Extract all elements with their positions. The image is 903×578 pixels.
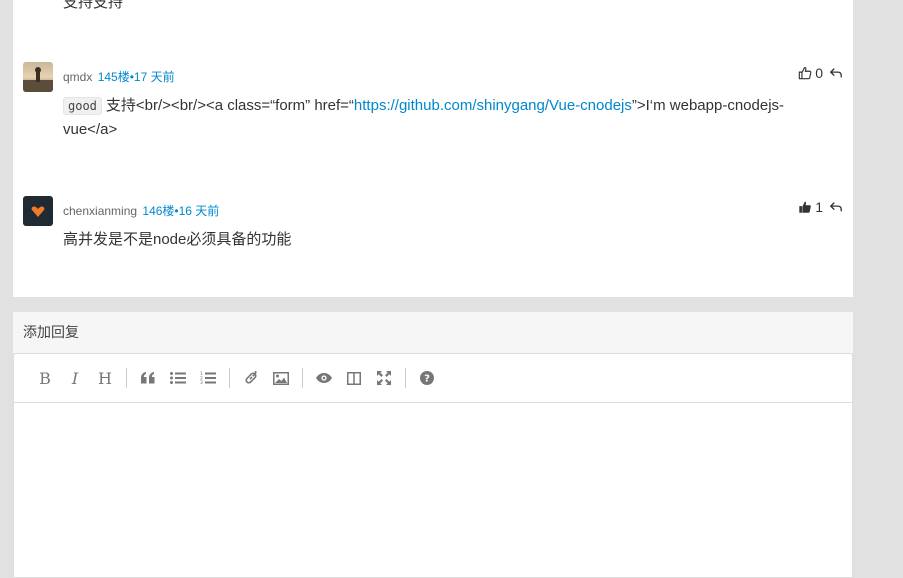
side-by-side-icon[interactable] [339, 363, 369, 393]
reply-actions: 1 [798, 199, 843, 215]
link-icon[interactable] [236, 363, 266, 393]
heading-icon[interactable]: H [90, 363, 120, 393]
fullscreen-icon[interactable] [369, 363, 399, 393]
reply-content: good 支持<br/><br/><a class=“form” href=“ht… [63, 94, 823, 142]
reply-author[interactable]: qmdx [63, 70, 92, 84]
reply-link[interactable]: https://github.com/shinygang/Vue-cnodejs [354, 97, 632, 114]
reply-arrow-icon [829, 68, 842, 78]
ordered-list-icon[interactable]: 123 [193, 363, 223, 393]
like-count: 1 [815, 199, 823, 215]
reply-floor-time[interactable]: 145楼•17 天前 [98, 70, 175, 84]
replies-panel: 支持支持 qmdx 145楼•17 天前 0 good 支持<br/><br/>… [13, 0, 853, 297]
italic-icon[interactable]: I [60, 363, 90, 393]
reply-editor-textarea[interactable] [14, 403, 852, 577]
toolbar-separator [405, 368, 406, 388]
quote-icon[interactable] [133, 363, 163, 393]
previous-reply-content: 支持支持 [63, 0, 124, 11]
markdown-editor: B I H 123 ? [13, 353, 853, 578]
editor-toolbar: B I H 123 ? [14, 354, 852, 403]
add-reply-title: 添加回复 [13, 312, 853, 354]
avatar[interactable] [23, 196, 53, 226]
add-reply-panel: 添加回复 B I H 123 ? [13, 312, 853, 578]
unordered-list-icon[interactable] [163, 363, 193, 393]
reply-button[interactable] [829, 200, 843, 214]
bold-icon[interactable]: B [30, 363, 60, 393]
reply-author[interactable]: chenxianming [63, 204, 137, 218]
reply-content: 高并发是不是node必须具备的功能 [63, 228, 823, 252]
toolbar-separator [302, 368, 303, 388]
reply-text: 支持<br/><br/><a class=“form” href=“ [105, 97, 354, 114]
reply-arrow-icon [829, 202, 842, 212]
inline-code: good [63, 97, 102, 115]
reply-button[interactable] [829, 66, 843, 80]
reply-meta: qmdx 145楼•17 天前 [63, 68, 175, 85]
reply-meta: chenxianming 146楼•16 天前 [63, 202, 219, 219]
toolbar-separator [229, 368, 230, 388]
avatar[interactable] [23, 62, 53, 92]
toolbar-separator [126, 368, 127, 388]
reply-actions: 0 [798, 65, 843, 81]
image-icon[interactable] [266, 363, 296, 393]
reply-floor-time[interactable]: 146楼•16 天前 [142, 204, 219, 218]
like-count: 0 [815, 65, 823, 81]
reply-text: 高并发是不是node必须具备的功能 [63, 231, 292, 248]
like-button[interactable]: 0 [798, 65, 823, 81]
svg-text:3: 3 [200, 380, 203, 385]
preview-icon[interactable] [309, 363, 339, 393]
like-button[interactable]: 1 [798, 199, 823, 215]
thumbs-up-outline-icon [798, 67, 812, 80]
thumbs-up-filled-icon [799, 201, 812, 213]
svg-text:?: ? [424, 374, 430, 385]
help-icon[interactable]: ? [412, 363, 442, 393]
